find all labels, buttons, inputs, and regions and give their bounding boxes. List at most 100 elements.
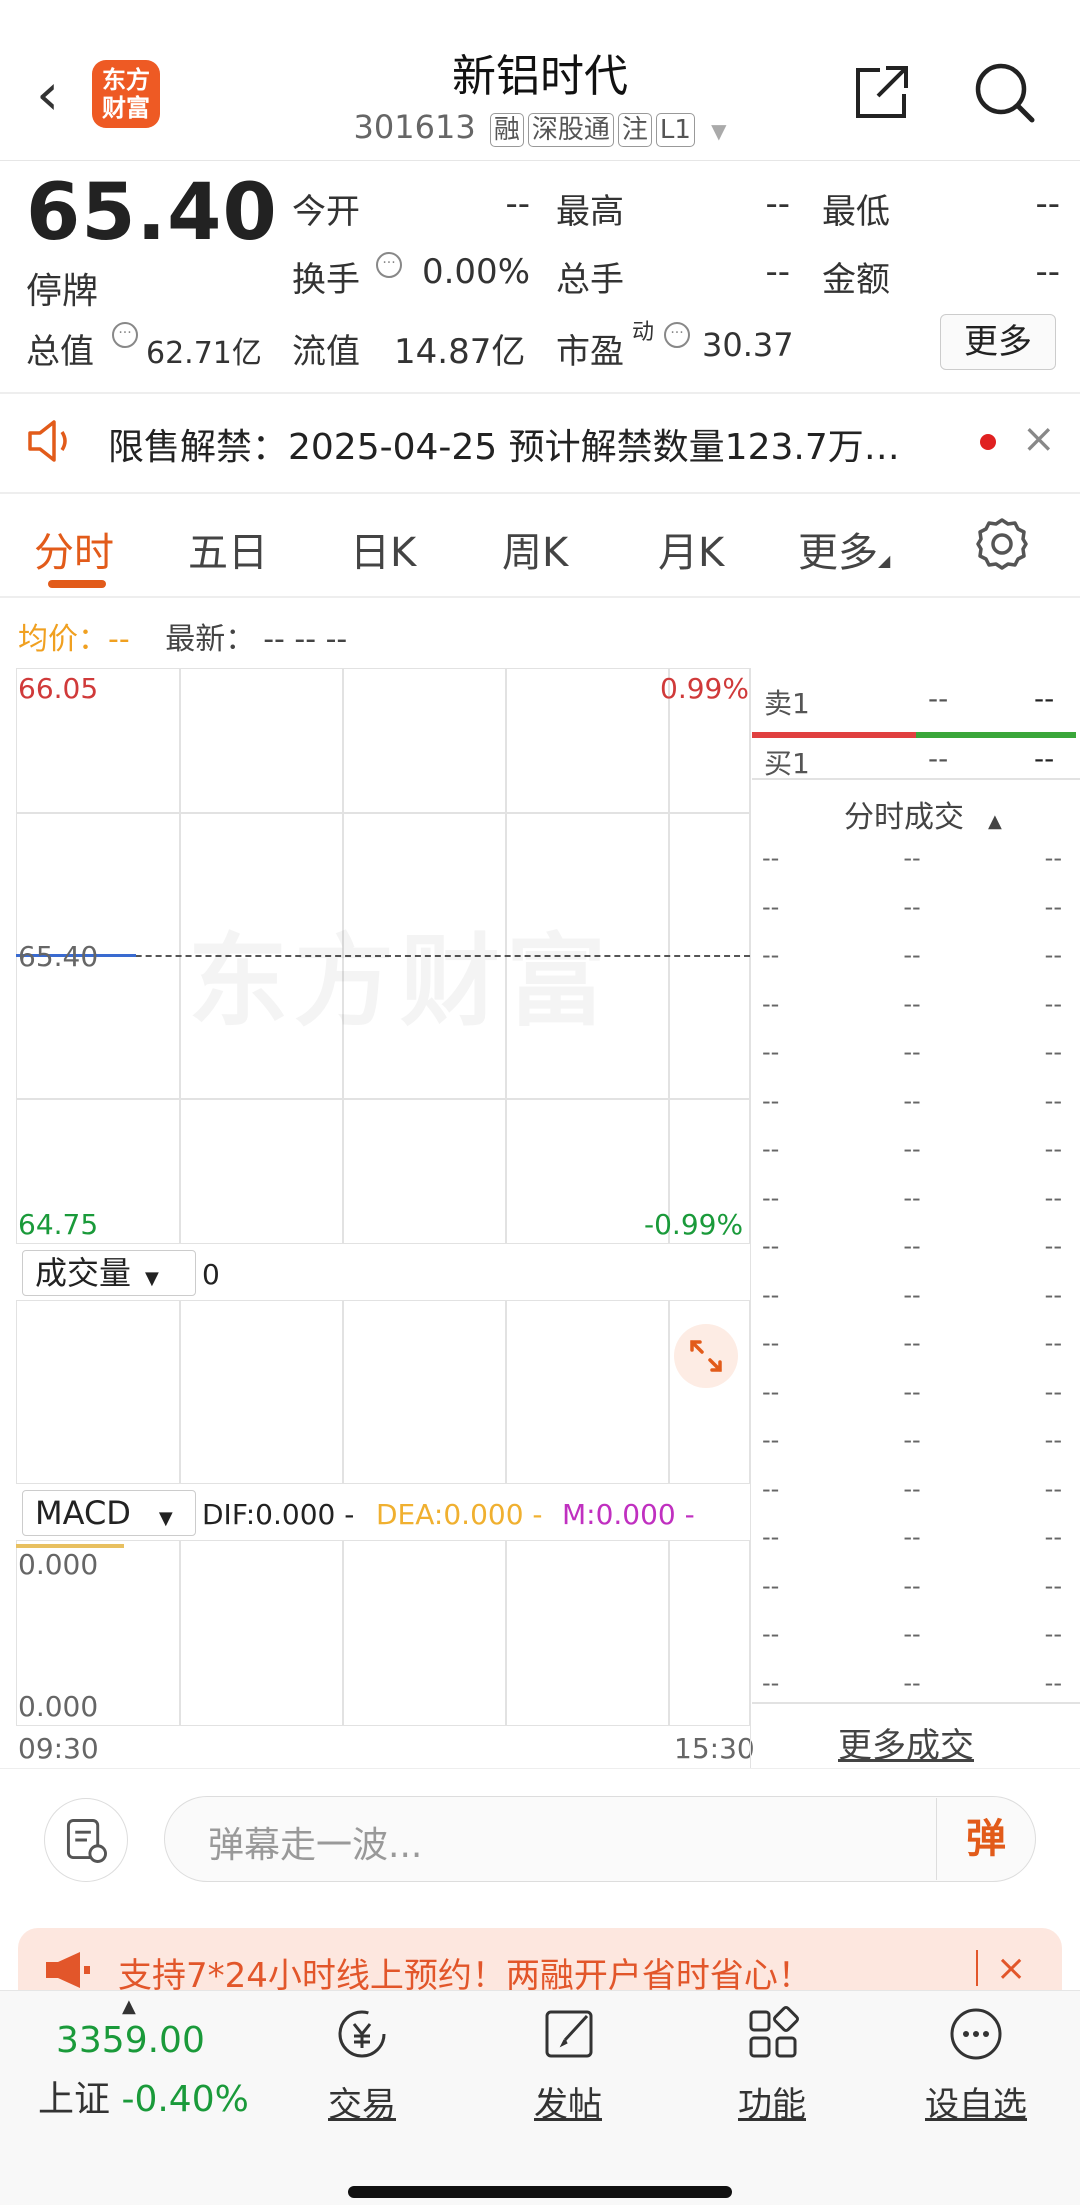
amount-value: -- <box>1035 252 1060 292</box>
float-cap-value: 14.87亿 <box>394 332 526 372</box>
tab-five-day[interactable]: 五日 <box>188 520 268 578</box>
trade-cell: -- <box>903 892 921 921</box>
volume-value: 0 <box>202 1258 220 1291</box>
unread-dot <box>980 434 996 450</box>
turnover-value: 0.00% <box>421 252 530 292</box>
close-notice-button[interactable]: × <box>1022 416 1056 462</box>
megaphone-icon <box>46 1952 90 1988</box>
amount-label: 金额 <box>822 260 890 300</box>
high-value: -- <box>765 184 790 224</box>
gear-icon[interactable] <box>974 516 1030 572</box>
tag-level: L1 <box>655 113 695 147</box>
buy1-volume: -- <box>1034 742 1055 775</box>
trade-cell: -- <box>1044 1523 1062 1551</box>
search-icon[interactable] <box>972 60 1038 126</box>
trade-cell: -- <box>903 1038 921 1066</box>
tab-monthly-k[interactable]: 月K <box>658 520 724 578</box>
trade-cell: -- <box>1044 1620 1062 1648</box>
index-value[interactable]: 3359.00 <box>56 2020 205 2061</box>
pe-label: 市盈 <box>556 332 624 372</box>
trade-row: -- -- -- <box>762 1378 1062 1406</box>
tab-daily-k[interactable]: 日K <box>350 520 416 578</box>
trade-cell: -- <box>1044 1280 1062 1309</box>
tab-more[interactable]: 更多◢ <box>798 520 890 578</box>
macd-indicator-select[interactable]: MACD ▼ <box>22 1490 196 1536</box>
tab-weekly-k[interactable]: 周K <box>502 520 568 578</box>
info-icon[interactable]: ··· <box>112 322 138 348</box>
info-icon[interactable]: ··· <box>664 322 690 348</box>
trading-status: 停牌 <box>26 271 99 312</box>
pct-top-label: 0.99% <box>660 672 749 705</box>
trade-row: -- -- -- <box>762 844 1062 872</box>
trade-cell: -- <box>903 941 921 969</box>
divider <box>0 392 1080 394</box>
tab-add-watchlist[interactable]: 设自选 <box>906 2006 1046 2126</box>
more-trades-link[interactable]: 更多成交 <box>838 1718 974 1767</box>
trade-cell: -- <box>903 1280 921 1309</box>
macd-bottom-label: 0.000 <box>18 1690 99 1723</box>
trade-row: -- -- -- <box>762 1184 1062 1212</box>
index-quote[interactable]: 上证 -0.40% <box>38 2070 249 2122</box>
macd-m: M:0.000 - <box>562 1498 695 1531</box>
trade-cell: -- <box>1044 1135 1062 1163</box>
trade-cell: -- <box>903 1377 921 1406</box>
tab-post[interactable]: 发帖 <box>498 2006 638 2126</box>
trade-cell: -- <box>903 1183 921 1212</box>
time-start-label: 09:30 <box>18 1732 99 1765</box>
volume-chart <box>16 1300 750 1484</box>
pe-sup: 动 <box>632 320 655 345</box>
tab-functions[interactable]: 功能 <box>702 2006 842 2126</box>
buy1-label: 买1 <box>764 747 810 780</box>
grid-line <box>505 1540 507 1726</box>
trade-cell: -- <box>762 989 780 1018</box>
trade-cell: -- <box>903 844 921 872</box>
trade-cell: -- <box>762 1038 780 1066</box>
buy-ratio-bar <box>916 732 1076 738</box>
trade-cell: -- <box>762 1232 780 1260</box>
tab-trade[interactable]: 交易 <box>292 2006 432 2126</box>
edit-icon <box>545 2010 593 2058</box>
info-icon[interactable]: ··· <box>376 252 402 278</box>
share-icon[interactable] <box>852 62 912 122</box>
trade-row: -- -- -- <box>762 1135 1062 1163</box>
trade-row: -- -- -- <box>762 1572 1062 1600</box>
watermark: 东方财富 <box>188 900 612 1045</box>
comment-settings-icon[interactable] <box>44 1798 128 1882</box>
trades-title[interactable]: 分时成交 ▲ <box>844 792 1002 836</box>
grid-line <box>668 1300 670 1484</box>
stock-name: 新铝时代 <box>452 51 628 102</box>
volume-select-label: 成交量 <box>35 1254 132 1292</box>
trade-cell: -- <box>1044 1232 1062 1260</box>
sell-ratio-bar <box>752 732 916 738</box>
chevron-down-icon[interactable]: ▼ <box>711 119 726 143</box>
tab-post-label: 发帖 <box>534 2085 602 2125</box>
pe-value: 30.37 <box>702 326 794 364</box>
unlock-notice[interactable]: 限售解禁：2025-04-25 预计解禁数量123.7万… <box>108 418 900 470</box>
tab-intraday[interactable]: 分时 <box>34 520 114 578</box>
tab-functions-label: 功能 <box>738 2085 806 2125</box>
expand-icon[interactable] <box>672 1322 740 1390</box>
trade-cell: -- <box>903 1668 921 1697</box>
more-quote-button[interactable]: 更多 <box>940 314 1056 370</box>
pct-bottom-label: -0.99% <box>644 1208 744 1241</box>
open-label: 今开 <box>292 192 360 232</box>
trade-cell: -- <box>1044 1426 1062 1454</box>
trade-cell: -- <box>762 1183 780 1212</box>
trade-cell: -- <box>903 1523 921 1551</box>
sell1-price: -- <box>928 682 949 715</box>
buy1-price: -- <box>928 742 949 775</box>
grid-icon <box>749 2006 799 2058</box>
price-mid-label: 65.40 <box>18 940 99 973</box>
grid-line <box>179 1300 181 1484</box>
danmu-send-button[interactable]: 弹 <box>936 1798 1035 1880</box>
trade-cell: -- <box>762 844 780 872</box>
close-promo-button[interactable]: × <box>996 1948 1026 1989</box>
caret-icon: ◢ <box>878 551 891 570</box>
trade-cell: -- <box>762 892 780 921</box>
market-cap-label: 总值 <box>26 332 94 372</box>
volume-indicator-select[interactable]: 成交量 ▼ <box>22 1250 196 1296</box>
tag-registered: 注 <box>617 113 652 147</box>
trade-cell: -- <box>903 1135 921 1163</box>
last-price: 65.40 <box>26 168 278 258</box>
trade-cell: -- <box>1044 1183 1062 1212</box>
